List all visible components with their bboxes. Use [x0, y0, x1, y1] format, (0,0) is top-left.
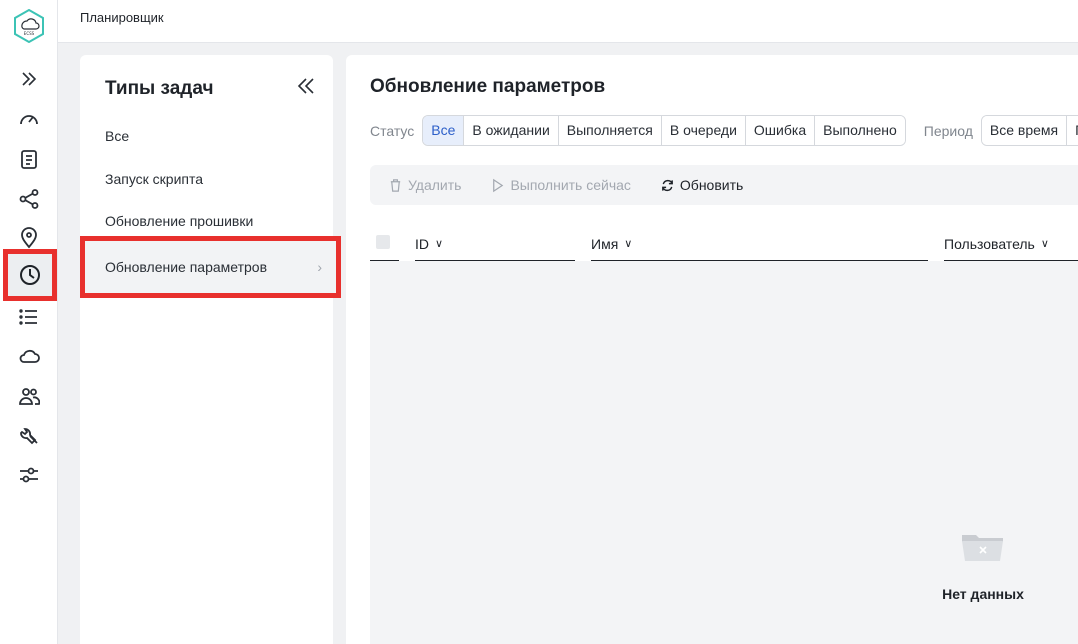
task-type-parameters-update[interactable]: Обновление параметров ›	[80, 236, 341, 298]
users-icon[interactable]	[0, 380, 58, 412]
period-option-year[interactable]: Го	[1066, 116, 1078, 145]
column-name[interactable]: Имя ∨	[591, 227, 928, 261]
delete-button-label: Удалить	[408, 177, 462, 193]
period-filter-label: Период	[923, 122, 973, 139]
top-bar: Планировщик	[58, 0, 1078, 43]
status-option-error[interactable]: Ошибка	[744, 116, 815, 145]
task-types-heading: Типы задач	[105, 78, 214, 99]
svg-text:ECSS: ECSS	[24, 31, 35, 36]
empty-folder-icon	[962, 535, 1003, 561]
table-header: ID ∨ Имя ∨ Пользователь ∨	[370, 227, 1078, 261]
empty-state: Нет данных	[938, 531, 1028, 602]
nav-rail: ECSS	[0, 0, 58, 644]
refresh-button-label: Обновить	[679, 177, 744, 193]
cloud-icon[interactable]	[0, 340, 58, 372]
trash-icon	[390, 178, 401, 192]
document-icon[interactable]	[0, 143, 58, 175]
column-id[interactable]: ID ∨	[415, 227, 575, 261]
scheduler-clock-icon[interactable]	[3, 249, 57, 301]
chevron-down-icon: ∨	[624, 238, 633, 250]
action-toolbar: Удалить Выполнить сейчас Обновить	[370, 165, 1078, 205]
task-type-parameters-update-label: Обновление параметров	[105, 259, 268, 275]
list-icon[interactable]	[0, 301, 58, 333]
column-user[interactable]: Пользователь ∨	[944, 227, 1078, 261]
collapse-panel-icon[interactable]	[295, 75, 317, 97]
status-option-pending[interactable]: В ожидании	[463, 116, 558, 145]
breadcrumb-title: Планировщик	[80, 10, 164, 25]
task-types-panel: Типы задач Все Запуск скрипта Обновление…	[80, 55, 341, 644]
chevron-down-icon: ∨	[1040, 238, 1049, 250]
expand-rail-icon[interactable]	[0, 63, 58, 95]
select-all-column	[370, 227, 399, 261]
task-type-script-run[interactable]: Запуск скрипта	[105, 171, 203, 187]
delete-button[interactable]: Удалить	[388, 177, 461, 193]
wrench-icon[interactable]	[0, 419, 58, 451]
status-option-done[interactable]: Выполнено	[814, 116, 905, 145]
chevron-down-icon: ∨	[435, 238, 444, 250]
main-panel: Обновление параметров Статус Все В ожида…	[346, 55, 1078, 644]
status-option-running[interactable]: Выполняется	[557, 116, 661, 145]
select-all-checkbox[interactable]	[376, 235, 390, 249]
column-user-label: Пользователь	[944, 235, 1035, 252]
sliders-icon[interactable]	[0, 459, 58, 491]
play-icon	[493, 178, 504, 192]
status-option-queued[interactable]: В очереди	[660, 116, 745, 145]
refresh-button[interactable]: Обновить	[660, 177, 743, 193]
status-filter-label: Статус	[370, 122, 415, 139]
status-filter: Все В ожидании Выполняется В очереди Оши…	[422, 115, 906, 146]
period-option-all-time[interactable]: Все время	[981, 116, 1067, 145]
column-name-label: Имя	[591, 235, 619, 252]
app-logo[interactable]: ECSS	[13, 9, 45, 43]
column-id-label: ID	[415, 235, 429, 252]
task-type-firmware-update[interactable]: Обновление прошивки	[105, 213, 253, 229]
refresh-icon	[662, 179, 673, 191]
status-option-all[interactable]: Все	[423, 116, 464, 145]
period-filter: Все время Го	[980, 115, 1078, 146]
task-type-all[interactable]: Все	[105, 128, 129, 144]
page-title: Обновление параметров	[370, 76, 606, 97]
dashboard-icon[interactable]	[0, 103, 58, 135]
run-now-button-label: Выполнить сейчас	[510, 177, 631, 193]
run-now-button[interactable]: Выполнить сейчас	[490, 177, 631, 193]
empty-state-text: Нет данных	[942, 586, 1024, 602]
share-icon[interactable]	[0, 183, 58, 215]
filters-row: Статус Все В ожидании Выполняется В очер…	[370, 115, 1078, 146]
chevron-right-icon: ›	[317, 259, 322, 275]
